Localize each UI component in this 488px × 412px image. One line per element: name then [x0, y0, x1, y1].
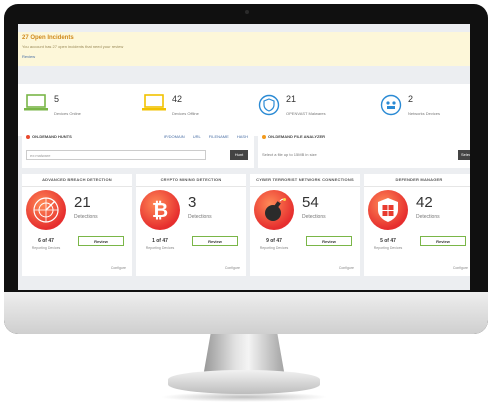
detections-count: 21: [74, 194, 91, 211]
detections-count: 3: [188, 194, 197, 211]
review-button[interactable]: Review: [306, 236, 352, 246]
reporting-label: Reporting Devices: [145, 246, 175, 250]
stat-number: 2: [408, 94, 414, 104]
hunts-tabs: IP/DOMAIN URL FILENAME HASH: [157, 134, 248, 139]
reporting-label: Reporting Devices: [31, 246, 61, 250]
detections-label: Detections: [416, 214, 440, 220]
card-advanced-breach-detection: ADVANCED BREACH DETECTION 21 Detections …: [22, 174, 132, 276]
stat-label: Networks Devices: [408, 111, 441, 116]
alert-dot-icon: [262, 134, 266, 139]
card-crypto-mining-detection: CRYPTO MINING DETECTION ₿ 3 Detections 1…: [136, 174, 246, 276]
banner-title: 27 Open Incidents: [22, 35, 74, 41]
review-button[interactable]: Review: [420, 236, 466, 246]
windows-shield-icon: [368, 190, 408, 230]
card-defender-manager: DEFENDER MANAGER 42 Detections 5 of 47 R…: [364, 174, 470, 276]
stat-devices-online[interactable]: 5 Devices Online: [24, 92, 124, 126]
stat-label: Devices Online: [54, 111, 81, 116]
detections-count: 42: [416, 194, 433, 211]
hunts-title: ON-DEMAND HUNTS: [26, 134, 72, 139]
monitor-stand-neck: [203, 334, 285, 374]
on-demand-hunts-panel: ON-DEMAND HUNTS IP/DOMAIN URL FILENAME H…: [22, 130, 254, 168]
select-file-button[interactable]: Select: [458, 150, 470, 160]
detections-count: 54: [302, 194, 319, 211]
stat-label: Devices Offline: [172, 111, 199, 116]
card-title: CRYPTO MINING DETECTION: [136, 174, 246, 187]
stat-number: 42: [172, 94, 183, 104]
detections-label: Detections: [188, 214, 212, 220]
reporting-ratio: 9 of 47: [266, 238, 282, 244]
configure-link[interactable]: Configure: [111, 266, 126, 270]
shield-icon: [258, 94, 280, 116]
configure-link[interactable]: Configure: [339, 266, 354, 270]
reporting-ratio: 5 of 47: [380, 238, 396, 244]
configure-link[interactable]: Configure: [453, 266, 468, 270]
svg-text:₿: ₿: [152, 198, 168, 222]
reporting-ratio: 6 of 47: [38, 238, 54, 244]
tab-hash[interactable]: HASH: [237, 134, 248, 139]
review-button[interactable]: Review: [78, 236, 124, 246]
file-analyzer-panel: ON-DEMAND FILE ANALYZER Select a file up…: [258, 130, 470, 168]
card-title: ADVANCED BREACH DETECTION: [22, 174, 132, 187]
stat-malwares[interactable]: 21 OPENVAST Malwares: [258, 92, 358, 126]
alert-dot-icon: [26, 134, 30, 139]
stats-row: 5 Devices Online 42 Devices Offline 21 O…: [18, 84, 470, 136]
detections-label: Detections: [74, 214, 98, 220]
configure-link[interactable]: Configure: [225, 266, 240, 270]
card-title: DEFENDER MANAGER: [364, 174, 470, 187]
incidents-banner: 27 Open Incidents You account has 27 ope…: [18, 32, 470, 66]
screen: 27 Open Incidents You account has 27 ope…: [18, 24, 470, 290]
hunt-button[interactable]: Hunt: [230, 150, 248, 160]
radar-icon: [26, 190, 66, 230]
reporting-label: Reporting Devices: [373, 246, 403, 250]
camera-dot: [245, 10, 249, 14]
reporting-label: Reporting Devices: [259, 246, 289, 250]
banner-subtitle: You account has 27 open incidents that n…: [22, 44, 124, 49]
laptop-icon: [142, 94, 166, 111]
reporting-ratio: 1 of 47: [152, 238, 168, 244]
card-title: CYBER TERRORIST NETWORK CONNECTIONS: [250, 174, 360, 187]
stat-devices-offline[interactable]: 42 Devices Offline: [142, 92, 242, 126]
monitor-stand-base: [168, 370, 320, 394]
tab-filename[interactable]: FILENAME: [209, 134, 229, 139]
network-icon: [380, 94, 402, 116]
analyzer-subtitle: Select a file up to 15MB in size: [262, 152, 317, 157]
tab-url[interactable]: URL: [193, 134, 201, 139]
stat-number: 5: [54, 94, 60, 104]
stat-network-devices[interactable]: 2 Networks Devices: [380, 92, 470, 126]
monitor-chin: [4, 292, 488, 334]
bitcoin-icon: ₿: [140, 190, 180, 230]
stat-label: OPENVAST Malwares: [286, 111, 326, 116]
analyzer-title: ON-DEMAND FILE ANALYZER: [262, 134, 325, 139]
hunt-search-input[interactable]: ex:malware: [26, 150, 206, 160]
stat-number: 21: [286, 94, 297, 104]
laptop-icon: [24, 94, 48, 111]
detections-label: Detections: [302, 214, 326, 220]
review-button[interactable]: Review: [192, 236, 238, 246]
card-cyber-terrorist-network-connections: CYBER TERRORIST NETWORK CONNECTIONS 54 D…: [250, 174, 360, 276]
banner-review-link[interactable]: Review: [22, 54, 35, 59]
tab-ip-domain[interactable]: IP/DOMAIN: [164, 134, 185, 139]
bomb-icon: [254, 190, 294, 230]
